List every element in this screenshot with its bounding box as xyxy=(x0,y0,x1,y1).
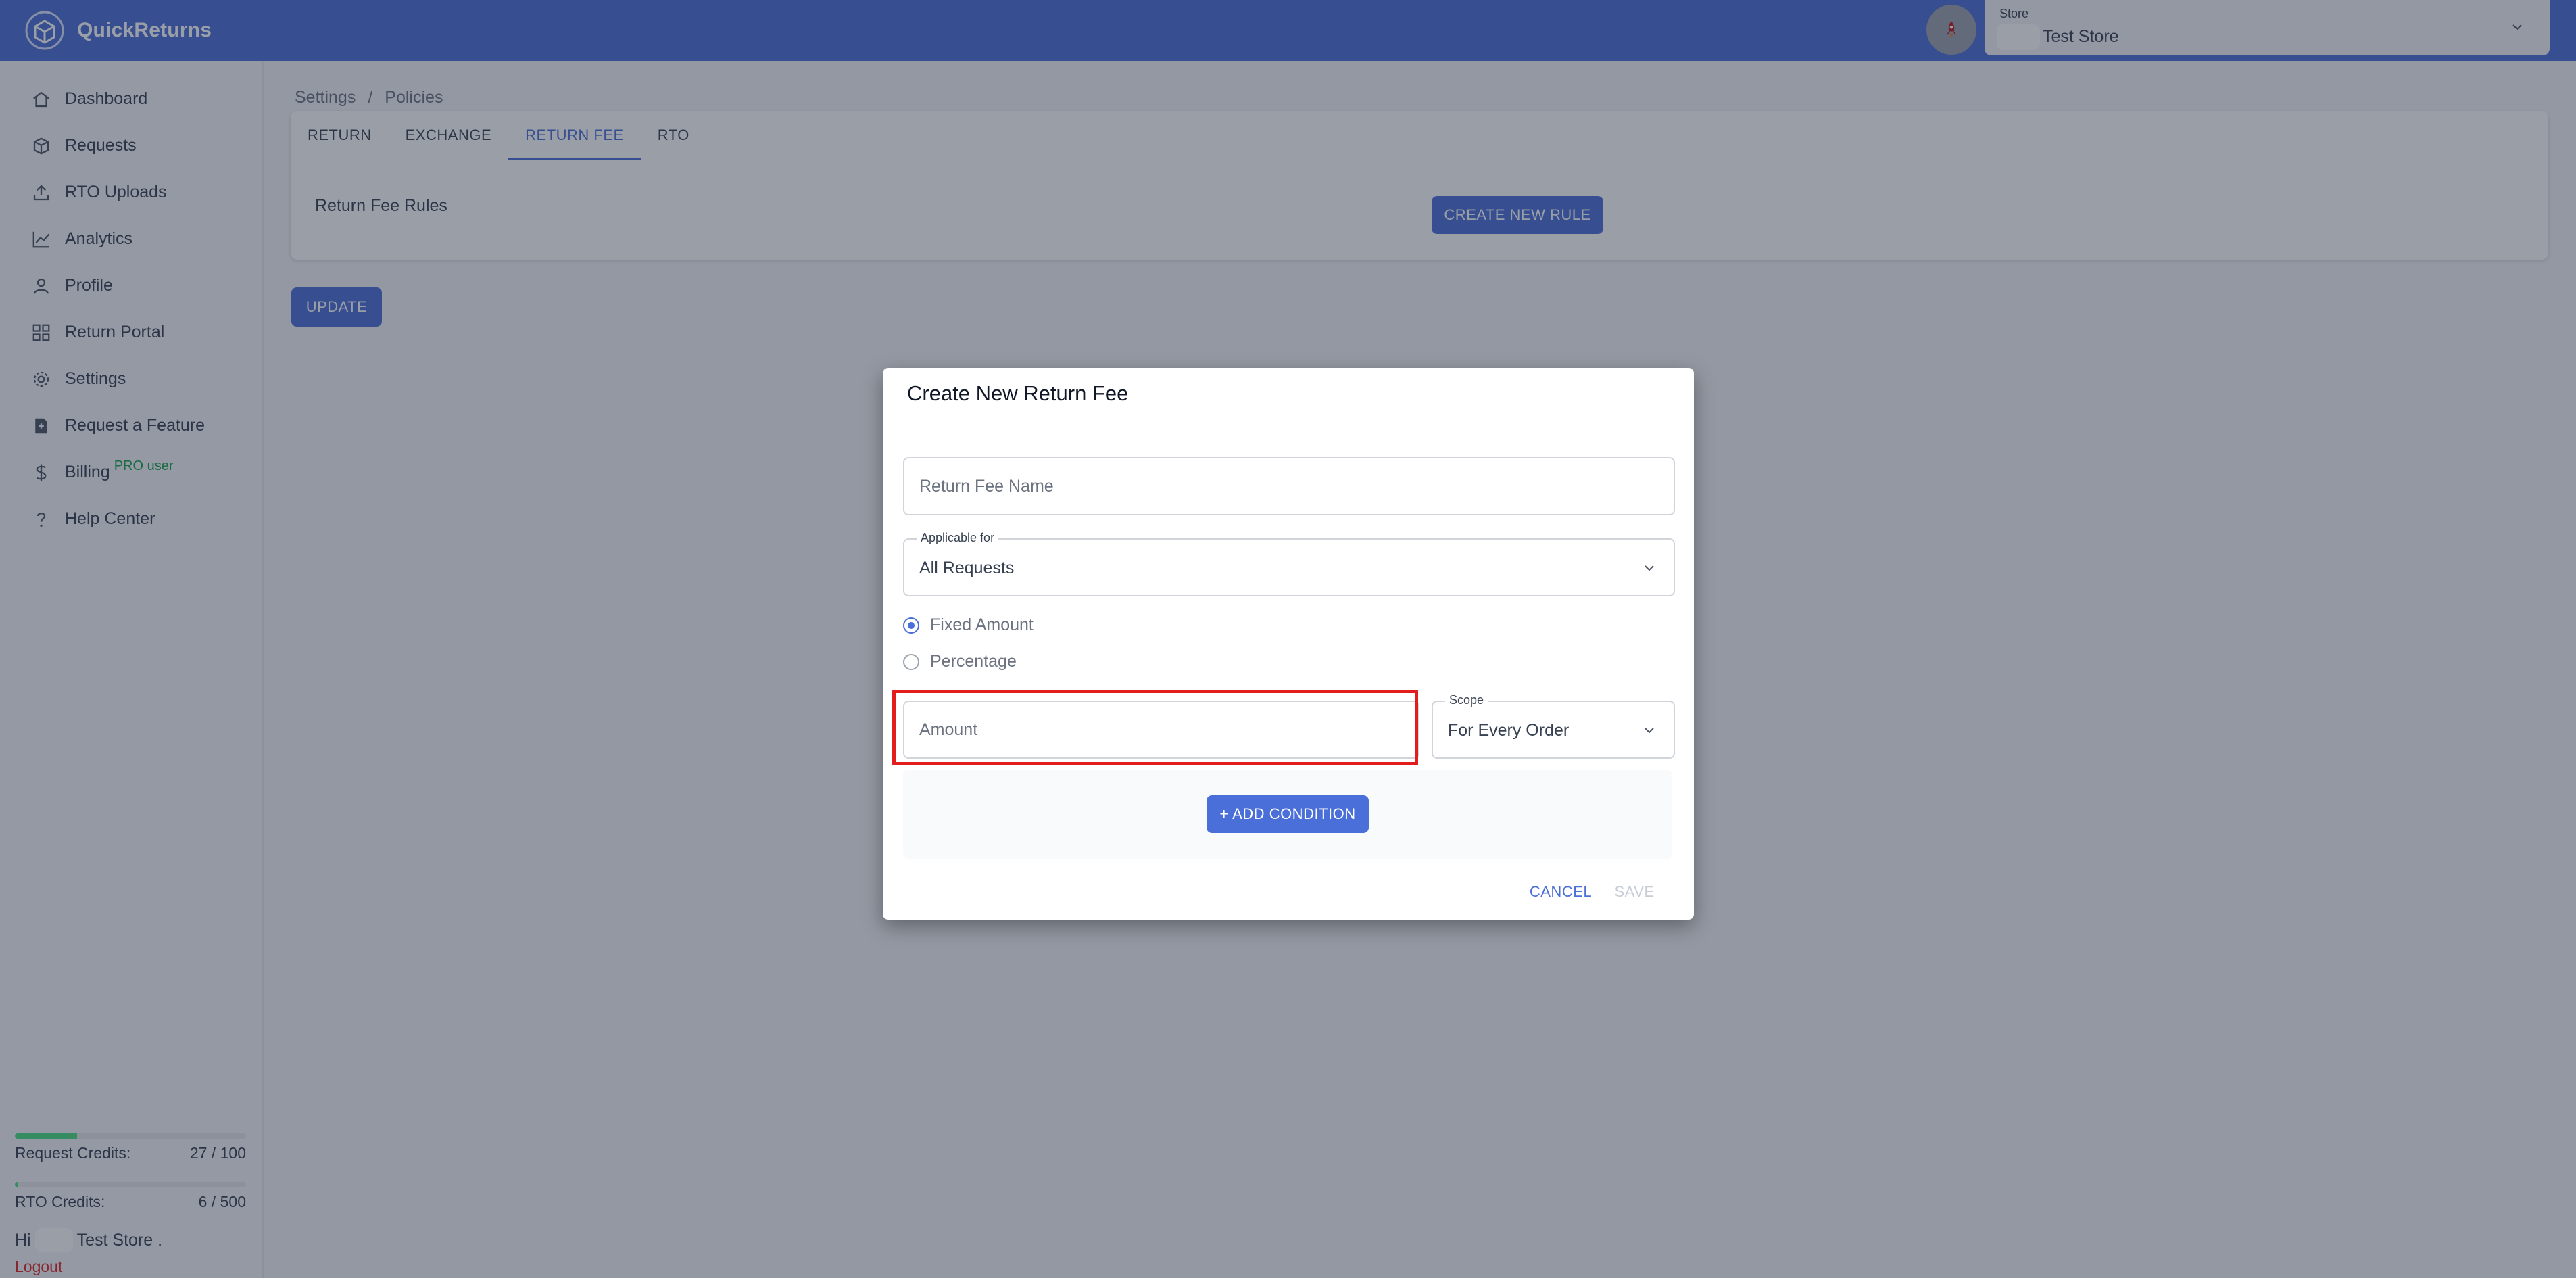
radio-button[interactable] xyxy=(903,653,919,670)
radio-label: Fixed Amount xyxy=(930,615,1034,634)
radio-label: Percentage xyxy=(930,652,1017,671)
amount-input[interactable] xyxy=(904,702,1418,757)
radio-button-selected[interactable] xyxy=(903,617,919,634)
add-condition-button[interactable]: + ADD CONDITION xyxy=(1207,795,1369,833)
scope-value: For Every Order xyxy=(1448,721,1570,740)
applicable-for-value: All Requests xyxy=(919,559,1015,577)
chevron-down-icon xyxy=(1645,565,1654,571)
chevron-down-icon xyxy=(1645,728,1654,734)
return-fee-name-input[interactable] xyxy=(904,458,1674,514)
amount-field[interactable] xyxy=(903,701,1419,759)
radio-percentage[interactable]: Percentage xyxy=(903,652,1017,671)
cancel-button[interactable]: CANCEL xyxy=(1525,876,1597,907)
create-return-fee-dialog: Create New Return Fee Applicable for All… xyxy=(883,368,1694,920)
return-fee-name-field[interactable] xyxy=(903,457,1675,515)
dialog-title: Create New Return Fee xyxy=(907,381,1129,405)
conditions-area: + ADD CONDITION xyxy=(903,770,1672,859)
applicable-for-label: Applicable for xyxy=(917,531,999,545)
scope-label: Scope xyxy=(1445,693,1488,707)
applicable-for-select[interactable]: Applicable for All Requests xyxy=(903,531,1675,596)
radio-fixed-amount[interactable]: Fixed Amount xyxy=(903,615,1034,635)
scope-select[interactable]: Scope For Every Order xyxy=(1432,693,1675,759)
save-button[interactable]: SAVE xyxy=(1607,876,1661,907)
